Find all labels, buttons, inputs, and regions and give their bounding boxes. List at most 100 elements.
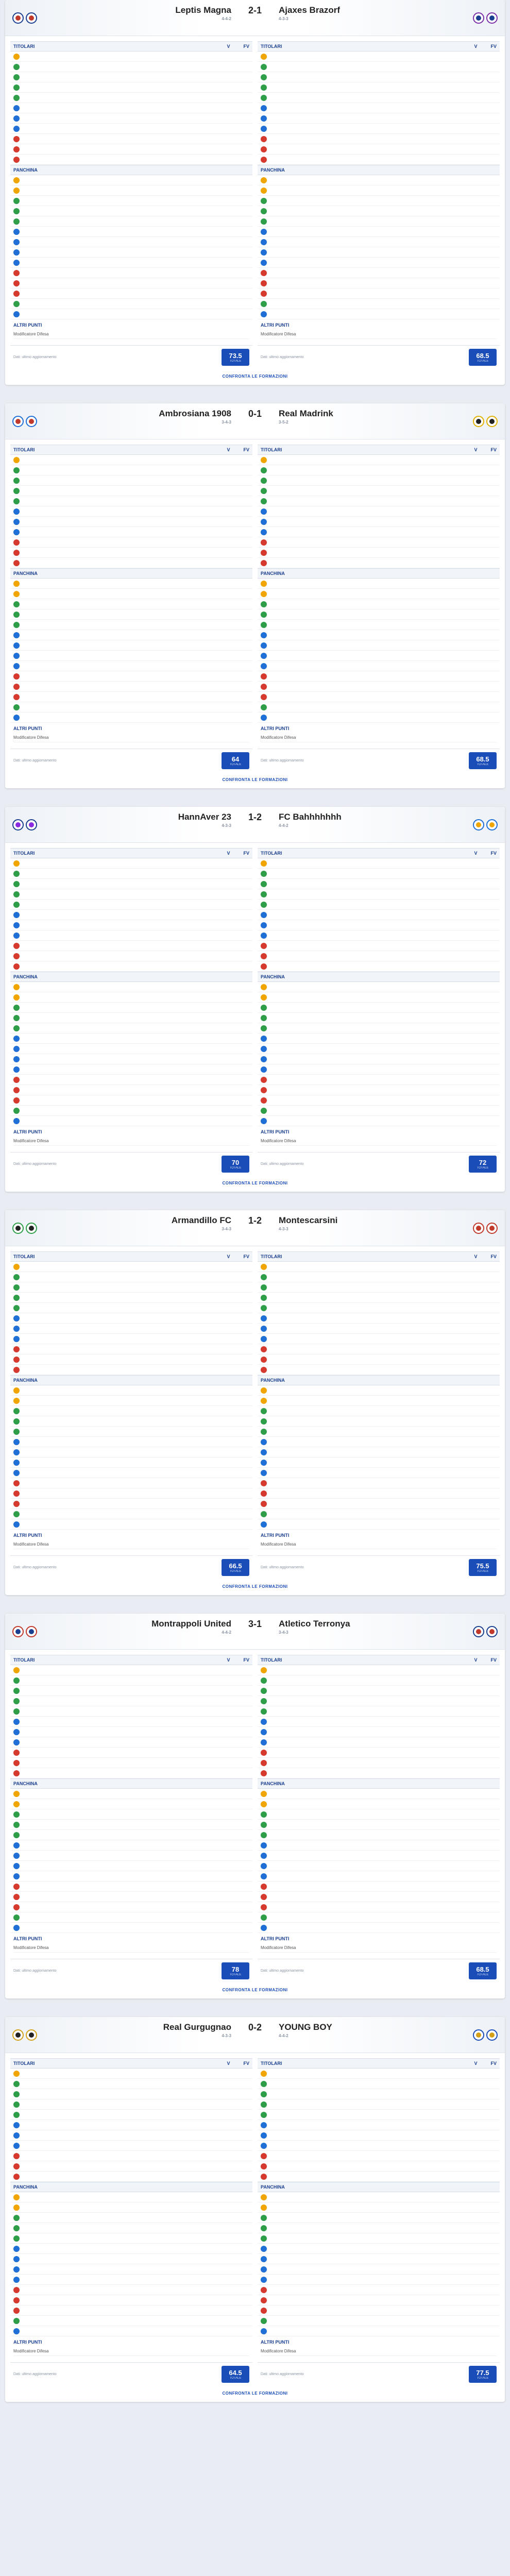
bench-row[interactable] xyxy=(10,1406,252,1416)
player-row[interactable] xyxy=(258,889,500,900)
player-row[interactable] xyxy=(258,869,500,879)
bench-row[interactable] xyxy=(258,1840,500,1851)
player-row[interactable] xyxy=(10,1706,252,1717)
bench-row[interactable] xyxy=(258,1820,500,1830)
away-team-name[interactable]: FC Bahhhhhhh xyxy=(279,812,413,822)
bench-row[interactable] xyxy=(258,1385,500,1396)
player-row[interactable] xyxy=(10,941,252,951)
bench-row[interactable] xyxy=(10,268,252,278)
bench-row[interactable] xyxy=(10,2192,252,2202)
bench-row[interactable] xyxy=(258,1044,500,1054)
bench-row[interactable] xyxy=(10,2295,252,2306)
bench-row[interactable] xyxy=(10,216,252,227)
player-row[interactable] xyxy=(258,124,500,134)
player-row[interactable] xyxy=(10,548,252,558)
bench-row[interactable] xyxy=(258,1033,500,1044)
player-row[interactable] xyxy=(258,2110,500,2120)
bench-row[interactable] xyxy=(10,2254,252,2264)
bench-row[interactable] xyxy=(258,196,500,206)
player-row[interactable] xyxy=(10,2110,252,2120)
bench-row[interactable] xyxy=(10,2275,252,2285)
player-row[interactable] xyxy=(258,1313,500,1324)
home-team[interactable]: Ambrosiana 1908 3-4-3 xyxy=(97,409,231,425)
bench-row[interactable] xyxy=(258,599,500,609)
bench-row[interactable] xyxy=(10,640,252,651)
player-row[interactable] xyxy=(10,1675,252,1686)
player-row[interactable] xyxy=(10,1344,252,1354)
bench-row[interactable] xyxy=(10,258,252,268)
bench-row[interactable] xyxy=(258,185,500,196)
bench-row[interactable] xyxy=(258,2264,500,2275)
bench-row[interactable] xyxy=(258,289,500,299)
bench-row[interactable] xyxy=(258,309,500,319)
away-team[interactable]: FC Bahhhhhhh 4-4-2 xyxy=(279,812,413,828)
bench-row[interactable] xyxy=(10,185,252,196)
bench-row[interactable] xyxy=(258,1871,500,1882)
bench-row[interactable] xyxy=(258,1789,500,1799)
bench-row[interactable] xyxy=(258,2306,500,2316)
bench-row[interactable] xyxy=(10,196,252,206)
player-row[interactable] xyxy=(10,879,252,889)
bench-row[interactable] xyxy=(258,1468,500,1478)
bench-row[interactable] xyxy=(258,1830,500,1840)
bench-row[interactable] xyxy=(10,1427,252,1437)
player-row[interactable] xyxy=(258,1365,500,1375)
player-row[interactable] xyxy=(10,858,252,869)
bench-row[interactable] xyxy=(10,579,252,589)
player-row[interactable] xyxy=(258,548,500,558)
bench-row[interactable] xyxy=(258,1106,500,1116)
bench-row[interactable] xyxy=(258,216,500,227)
bench-row[interactable] xyxy=(10,237,252,247)
bench-row[interactable] xyxy=(10,2326,252,2336)
away-team-name[interactable]: Atletico Terronya xyxy=(279,1619,413,1629)
player-row[interactable] xyxy=(258,1758,500,1768)
bench-row[interactable] xyxy=(258,1509,500,1519)
player-row[interactable] xyxy=(10,465,252,476)
player-row[interactable] xyxy=(10,1758,252,1768)
bench-row[interactable] xyxy=(10,1116,252,1126)
player-row[interactable] xyxy=(10,517,252,527)
player-row[interactable] xyxy=(10,2161,252,2172)
home-team-name[interactable]: Leptis Magna xyxy=(97,5,231,15)
bench-row[interactable] xyxy=(10,1830,252,1840)
bench-row[interactable] xyxy=(10,1106,252,1116)
bench-row[interactable] xyxy=(10,609,252,620)
bench-row[interactable] xyxy=(10,1923,252,1933)
player-row[interactable] xyxy=(10,889,252,900)
bench-row[interactable] xyxy=(10,1861,252,1871)
player-row[interactable] xyxy=(10,527,252,537)
bench-row[interactable] xyxy=(258,992,500,1003)
bench-row[interactable] xyxy=(258,258,500,268)
bench-row[interactable] xyxy=(258,1064,500,1075)
player-row[interactable] xyxy=(258,920,500,930)
player-row[interactable] xyxy=(258,1675,500,1686)
bench-row[interactable] xyxy=(10,1064,252,1075)
player-row[interactable] xyxy=(10,1303,252,1313)
player-row[interactable] xyxy=(10,1282,252,1293)
away-team[interactable]: Ajaxes Brazorf 4-3-3 xyxy=(279,5,413,21)
player-row[interactable] xyxy=(10,155,252,165)
bench-row[interactable] xyxy=(10,1013,252,1023)
bench-row[interactable] xyxy=(10,599,252,609)
player-row[interactable] xyxy=(10,1272,252,1282)
bench-row[interactable] xyxy=(258,1427,500,1437)
away-team[interactable]: Atletico Terronya 3-4-3 xyxy=(279,1619,413,1635)
player-row[interactable] xyxy=(258,103,500,113)
bench-row[interactable] xyxy=(10,1447,252,1458)
player-row[interactable] xyxy=(258,1748,500,1758)
bench-row[interactable] xyxy=(10,1840,252,1851)
bench-row[interactable] xyxy=(258,2254,500,2264)
player-row[interactable] xyxy=(10,1313,252,1324)
bench-row[interactable] xyxy=(10,1416,252,1427)
player-row[interactable] xyxy=(258,2069,500,2079)
player-row[interactable] xyxy=(258,1706,500,1717)
player-row[interactable] xyxy=(258,2089,500,2099)
bench-row[interactable] xyxy=(258,1923,500,1933)
player-row[interactable] xyxy=(10,2099,252,2110)
player-row[interactable] xyxy=(258,62,500,72)
player-row[interactable] xyxy=(10,951,252,961)
player-row[interactable] xyxy=(258,900,500,910)
bench-row[interactable] xyxy=(258,1499,500,1509)
bench-row[interactable] xyxy=(10,1033,252,1044)
home-team-name[interactable]: Montrappoli United xyxy=(97,1619,231,1629)
